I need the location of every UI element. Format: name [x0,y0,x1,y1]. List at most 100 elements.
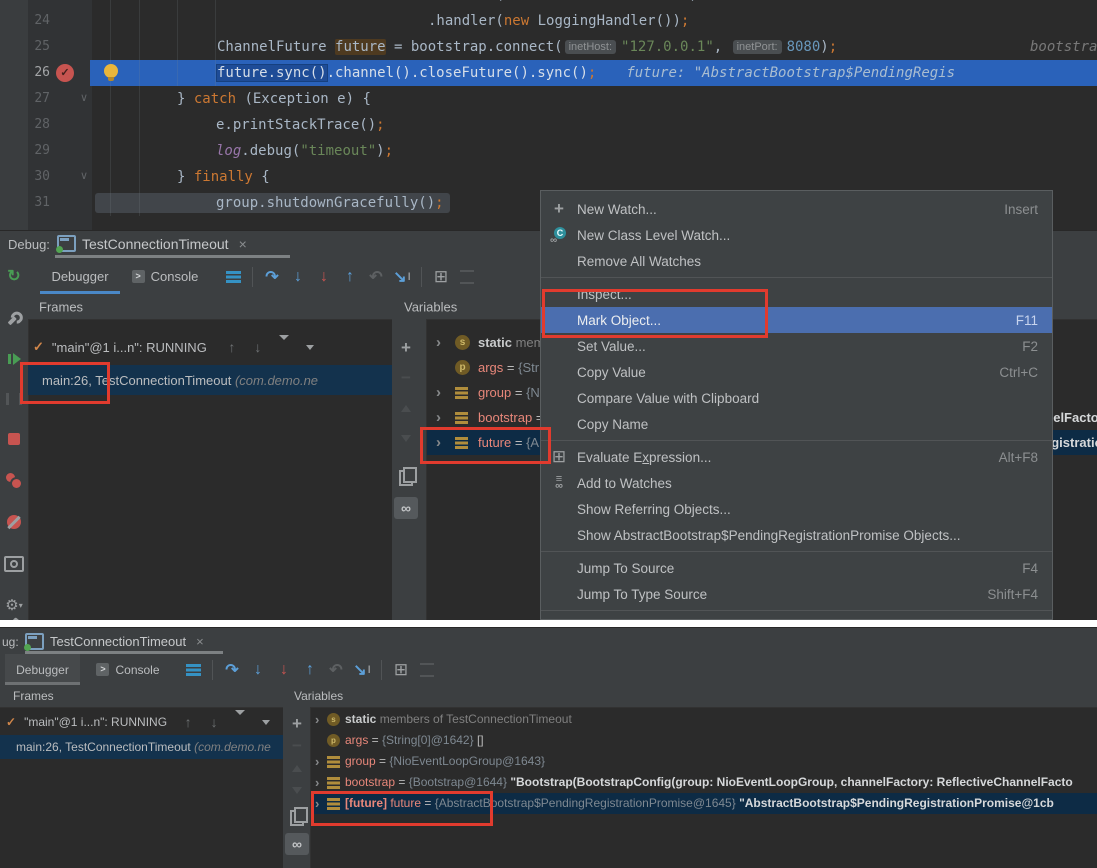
menu-item-copy-name[interactable]: Copy Name [541,411,1052,437]
step-into-icon[interactable]: ↓ [245,658,271,682]
thread-label: "main"@1 i...n": RUNNING [52,340,207,355]
console-icon: > [132,270,145,283]
mute-breakpoints-icon[interactable] [2,510,26,534]
variable-token: group [345,754,376,768]
remove-watch-icon: − [394,367,418,389]
tab-console[interactable]: > Console [122,258,208,295]
code-line-23[interactable]: 23.channel(NioSocketChannel.class) [0,0,1097,8]
stop-program-icon[interactable] [2,427,26,451]
menu-item-label: Jump To Type Source [577,587,967,602]
new-watch-icon[interactable]: + [394,337,418,359]
menu-item-compare-value-with-clipboard[interactable]: Compare Value with Clipboard [541,385,1052,411]
tab-debugger[interactable]: Debugger [38,258,122,295]
variable-row[interactable]: ›bootstrap = {Bootstrap@1644} "Bootstrap… [311,772,1097,793]
next-frame-icon[interactable]: ↓ [245,339,271,355]
run-to-cursor-icon[interactable]: ↘I [389,265,415,289]
chevron-right-icon[interactable]: › [436,380,441,405]
step-into-icon[interactable]: ↓ [285,265,311,289]
menu-item-jump-to-source[interactable]: Jump To SourceF4 [541,555,1052,581]
menu-item-add-to-watches[interactable]: ≡∞Add to Watches [541,470,1052,496]
thread-dump-icon[interactable] [2,552,26,576]
thread-selector[interactable]: ✓ "main"@1 i...n": RUNNING ↑↓ [33,334,388,360]
move-watch-up-icon [394,397,418,419]
close-tab-icon[interactable]: × [239,236,247,252]
fold-marker-icon[interactable]: ∨ [80,164,88,190]
run-tab[interactable]: TestConnectionTimeout × [57,235,247,252]
show-watches-icon[interactable]: ∞ [285,833,309,855]
tab-console-b[interactable]: > Console [88,654,168,685]
close-tab-icon[interactable]: × [196,634,204,649]
menu-item-new-watch[interactable]: +New Watch...Insert [541,196,1052,222]
thread-selector-dropdown-icon[interactable] [297,339,323,355]
code-token: .handler( [428,13,504,29]
variable-row[interactable]: ›sstatic members of TestConnectionTimeou… [311,709,1097,730]
fold-marker-icon[interactable]: ∨ [80,86,88,112]
copy-value-icon[interactable] [394,467,418,489]
show-watches-icon[interactable]: ∞ [394,497,418,519]
copy-value-icon[interactable] [285,807,309,829]
menu-item-show-referring-objects[interactable]: Show Referring Objects... [541,496,1052,522]
run-tab-icon [57,235,76,252]
code-line-30[interactable]: 30∨} finally { [0,164,1097,190]
menu-shortcut: Alt+F8 [999,450,1038,465]
variable-row[interactable]: ›group = {NioEventLoopGroup@1643} [311,751,1097,772]
step-over-icon[interactable]: ↷ [219,658,245,682]
intention-bulb-icon[interactable] [104,64,118,78]
evaluate-expression-icon[interactable]: ⊞ [428,265,454,289]
chevron-right-icon[interactable]: › [315,772,319,793]
value-icon [327,756,340,768]
step-over-icon[interactable]: ↷ [259,265,285,289]
chevron-right-icon[interactable]: › [315,709,319,730]
toolbar-separator [381,660,382,680]
previous-frame-icon[interactable]: ↑ [175,714,201,730]
thread-check-icon: ✓ [33,339,44,355]
force-step-into-icon[interactable]: ↓ [271,658,297,682]
stack-frame-row-b[interactable]: main:26, TestConnectionTimeout (com.demo… [0,735,299,759]
evaluate-expression-icon[interactable]: ⊞ [388,658,414,682]
code-line-24[interactable]: 24.handler(new LoggingHandler()); [0,8,1097,34]
step-out-icon[interactable]: ↑ [337,265,363,289]
next-frame-icon[interactable]: ↓ [201,714,227,730]
breakpoint-icon[interactable]: ✓ [56,64,74,82]
menu-item-jump-to-type-source[interactable]: Jump To Type SourceShift+F4 [541,581,1052,607]
view-breakpoints-icon[interactable] [2,469,26,493]
new-watch-icon[interactable]: + [285,713,309,735]
run-tab-b[interactable]: TestConnectionTimeout × [25,633,204,650]
filter-frames-icon[interactable] [271,339,297,355]
run-to-cursor-icon[interactable]: ↘I [349,658,375,682]
value-icon [327,777,340,789]
menu-item-new-class-level-watch[interactable]: C∞New Class Level Watch... [541,222,1052,248]
thread-selector-dropdown-icon[interactable] [253,714,279,730]
code-line-25[interactable]: 25ChannelFuture future = bootstrap.conne… [0,34,1097,60]
selected-tab-indicator [40,291,120,294]
static-icon: s [327,713,340,726]
code-line-29[interactable]: 29log.debug("timeout"); [0,138,1097,164]
code-line-28[interactable]: 28e.printStackTrace(); [0,112,1097,138]
previous-frame-icon[interactable]: ↑ [219,339,245,355]
menu-item-copy-value[interactable]: Copy ValueCtrl+C [541,359,1052,385]
filter-frames-icon[interactable] [227,714,253,730]
chevron-right-icon[interactable]: › [315,751,319,772]
code-line-27[interactable]: 27∨} catch (Exception e) { [0,86,1097,112]
menu-item-show-abstractbootstrap-pendingregistrationpromise-objects[interactable]: Show AbstractBootstrap$PendingRegistrati… [541,522,1052,548]
frame-package: (com.demo.ne [235,373,318,388]
annotation-marked-future [311,791,493,826]
menu-item-evaluate-expression[interactable]: ⊞Evaluate Expression...Alt+F8 [541,444,1052,470]
frames-header-label: Frames [39,300,83,315]
tab-debugger-b[interactable]: Debugger [5,654,80,685]
rerun-icon[interactable]: ↻ [2,264,26,288]
menu-item-remove-all-watches[interactable]: Remove All Watches [541,248,1052,274]
threads-view-icon[interactable] [180,658,206,682]
thread-label: "main"@1 i...n": RUNNING [24,715,167,729]
step-out-icon[interactable]: ↑ [297,658,323,682]
force-step-into-icon[interactable]: ↓ [311,265,337,289]
code-line-26[interactable]: 26✓future.sync().channel().closeFuture()… [0,60,1097,86]
code-token: } [177,91,194,107]
debug-toolbar-bottom: Debugger > Console ↷↓↓↑↶↘I⊞ [0,654,1097,686]
indent-guide [215,0,216,86]
variable-row[interactable]: pargs = {String[0]@1642} [] [311,730,1097,751]
threads-view-icon[interactable] [220,265,246,289]
thread-selector-b[interactable]: ✓ "main"@1 i...n": RUNNING ↑↓ [6,711,281,733]
modify-run-configuration-icon[interactable] [2,307,26,331]
chevron-right-icon[interactable]: › [436,330,441,355]
